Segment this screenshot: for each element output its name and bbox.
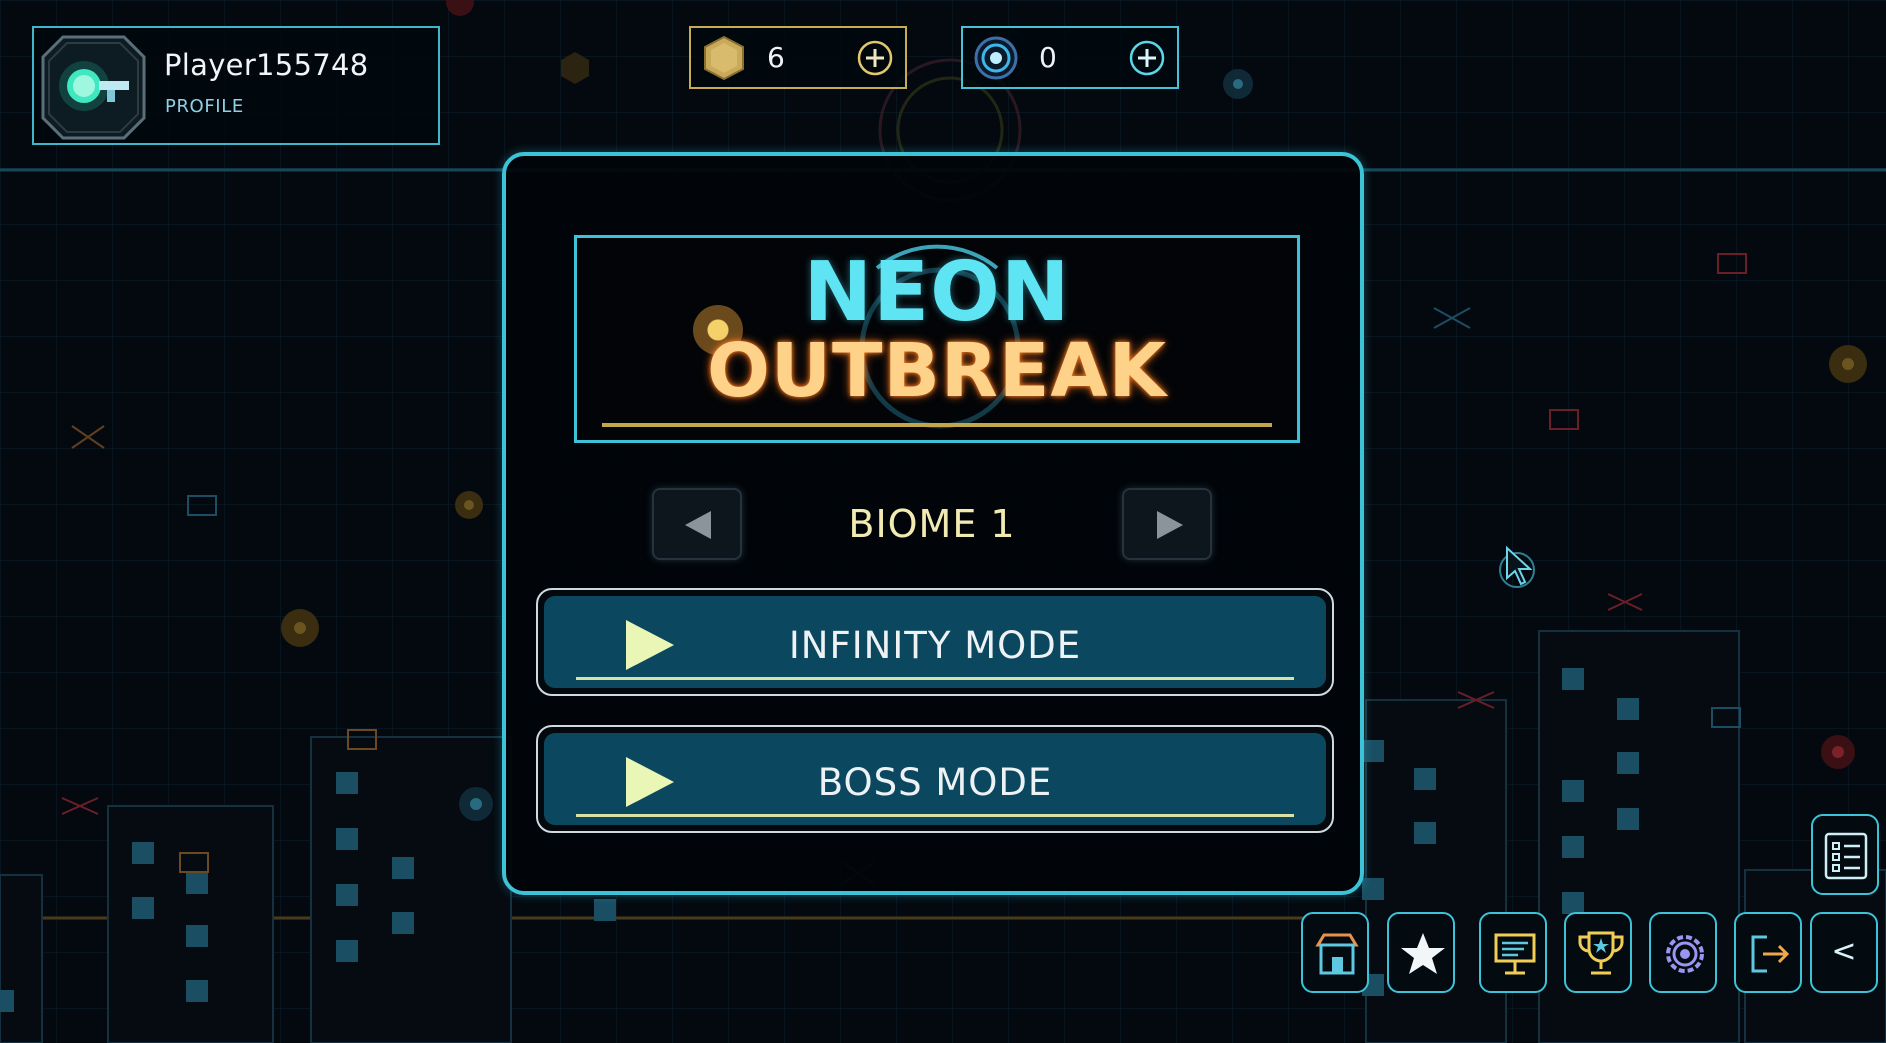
gem-orb-icon: [974, 36, 1018, 80]
logo-underline: [602, 423, 1272, 427]
infinity-mode-label: INFINITY MODE: [788, 624, 1082, 667]
settings-button[interactable]: [1649, 912, 1717, 993]
boss-mode-button[interactable]: BOSS MODE: [536, 725, 1334, 833]
profile-card[interactable]: Player155748 PROFILE: [32, 26, 440, 145]
gold-currency: 6: [689, 26, 907, 89]
arrow-left-icon: [685, 511, 711, 539]
cursor-icon: [1499, 545, 1535, 588]
shop-button[interactable]: [1301, 912, 1369, 993]
boss-mode-label: BOSS MODE: [817, 761, 1053, 804]
quest-list-icon: [1824, 832, 1868, 880]
gem-currency: 0: [961, 26, 1179, 89]
button-underline: [576, 814, 1294, 817]
infinity-mode-button[interactable]: INFINITY MODE: [536, 588, 1334, 696]
settings-icon: [1666, 935, 1704, 973]
biome-prev-button[interactable]: [652, 488, 742, 560]
profile-label: PROFILE: [165, 96, 244, 117]
gold-amount: 6: [767, 41, 785, 74]
achievements-button[interactable]: [1564, 912, 1632, 993]
biome-label: BIOME 1: [848, 502, 1016, 546]
gem-amount: 0: [1039, 41, 1057, 74]
title-outbreak: OUTBREAK: [706, 328, 1168, 414]
arrow-right-icon: [1157, 511, 1183, 539]
player-name: Player155748: [164, 48, 369, 82]
add-gems-icon[interactable]: [1129, 40, 1165, 76]
biome-next-button[interactable]: [1122, 488, 1212, 560]
collapse-toolbar-button[interactable]: <: [1810, 912, 1878, 993]
exit-button[interactable]: [1734, 912, 1802, 993]
quest-list-button[interactable]: [1811, 814, 1879, 895]
exit-icon: [1751, 935, 1790, 973]
favorites-button[interactable]: [1387, 912, 1455, 993]
leaderboard-button[interactable]: [1479, 912, 1547, 993]
star-icon: [1401, 933, 1445, 974]
game-logo: NEON OUTBREAK: [574, 235, 1300, 443]
trophy-icon: [1578, 931, 1624, 975]
billboard-icon: [1494, 933, 1536, 975]
add-gold-icon[interactable]: [857, 40, 893, 76]
main-menu-panel: NEON OUTBREAK BIOME 1 INFINITY MODE BOSS…: [502, 152, 1364, 895]
button-underline: [576, 677, 1294, 680]
avatar: [41, 35, 146, 140]
collapse-icon: <: [1831, 934, 1857, 969]
title-neon: NEON: [803, 245, 1071, 340]
shop-icon: [1315, 933, 1359, 975]
gold-hexagon-icon: [704, 35, 744, 81]
